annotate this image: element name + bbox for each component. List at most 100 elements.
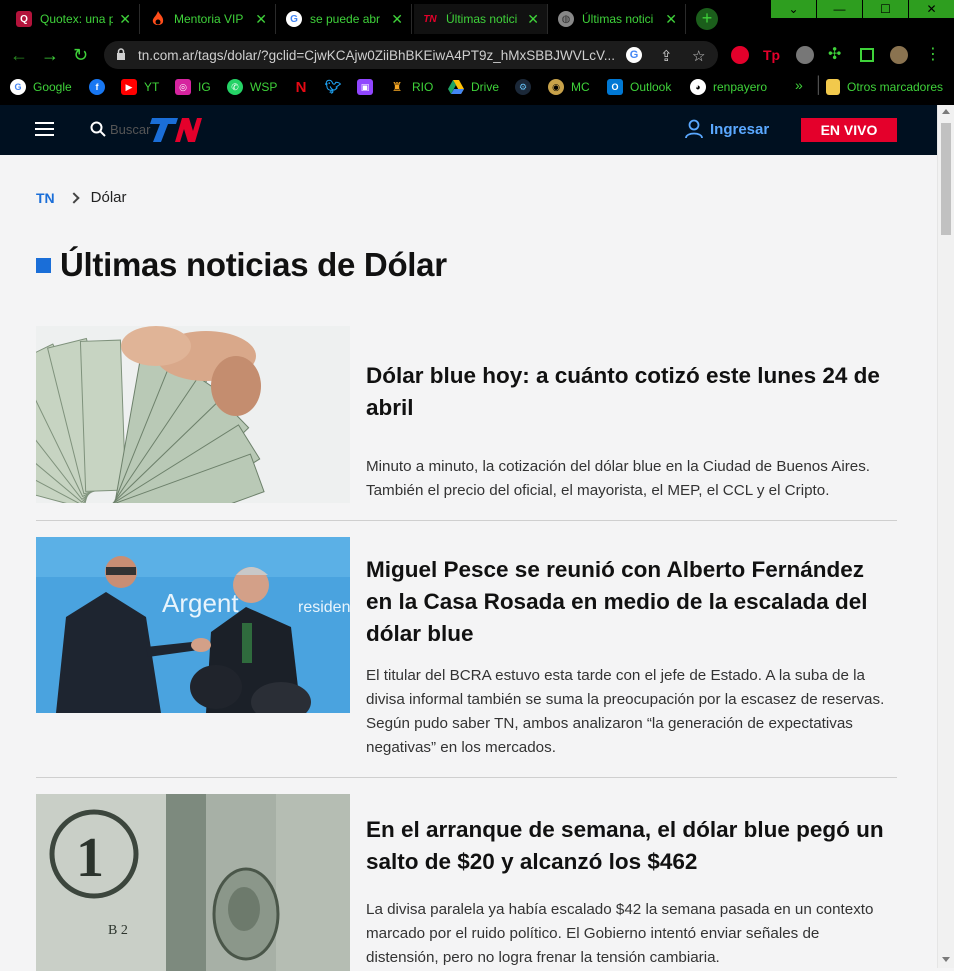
close-icon[interactable]: ✕ bbox=[665, 11, 677, 28]
bookmark-twitter[interactable]: 🐦︎ bbox=[325, 79, 348, 95]
bookmark-label: MC bbox=[571, 80, 590, 94]
browser-tab[interactable]: Mentoria VIP ✕ bbox=[142, 4, 276, 34]
other-bookmarks-button[interactable]: Otros marcadores bbox=[826, 79, 943, 95]
side-panel-icon[interactable] bbox=[860, 48, 874, 62]
bookmarks-bar: G Google f ▶ YT ◎ IG ✆ WSP N 🐦︎ ▣ ♜ RIO Drive… bbox=[0, 72, 954, 105]
bookmark-star-icon[interactable]: ☆ bbox=[692, 47, 705, 65]
close-window-button[interactable]: ✕ bbox=[909, 0, 954, 18]
address-bar[interactable]: tn.com.ar/tags/dolar/?gclid=CjwKCAjw0Zii… bbox=[104, 41, 718, 69]
minimize-button[interactable]: — bbox=[817, 0, 862, 18]
bookmarks-separator: │ bbox=[814, 77, 824, 94]
whatsapp-icon: ✆ bbox=[227, 79, 243, 95]
article-title[interactable]: Dólar blue hoy: a cuánto cotizó este lun… bbox=[366, 360, 896, 424]
article-image[interactable] bbox=[36, 326, 350, 503]
article-summary: La divisa paralela ya había escalado $42… bbox=[366, 901, 874, 966]
google-lens-icon[interactable]: G bbox=[626, 47, 642, 63]
bookmark-instagram[interactable]: ◎ IG bbox=[175, 79, 211, 95]
back-icon[interactable]: ← bbox=[10, 45, 28, 65]
youtube-icon: ▶ bbox=[121, 79, 137, 95]
article-title[interactable]: En el arranque de semana, el dólar blue … bbox=[366, 814, 896, 878]
tab-search-button[interactable]: ⌄ bbox=[771, 0, 816, 18]
login-button[interactable]: Ingresar bbox=[685, 119, 769, 139]
article-card[interactable]: Dólar blue hoy: a cuánto cotizó este lun… bbox=[36, 326, 897, 504]
rio-icon: ♜ bbox=[391, 80, 403, 94]
steam-icon: ⚙ bbox=[515, 79, 531, 95]
bookmark-github[interactable]: ◕ renpayero bbox=[690, 79, 767, 95]
bookmark-drive[interactable]: Drive bbox=[448, 79, 499, 95]
hamburger-menu-icon[interactable] bbox=[35, 122, 54, 136]
fire-icon bbox=[150, 11, 166, 27]
image-backdrop-text: Argent bbox=[162, 588, 239, 618]
bookmark-whatsapp[interactable]: ✆ WSP bbox=[227, 79, 277, 95]
bookmark-twitch[interactable]: ▣ bbox=[357, 79, 380, 95]
article-card[interactable]: Argent residen Miguel Pesce se reunió co… bbox=[36, 537, 897, 762]
extension-adblock-icon[interactable] bbox=[731, 46, 749, 64]
title-accent-square bbox=[36, 257, 51, 273]
kebab-menu-icon[interactable]: ⋮ bbox=[924, 46, 942, 64]
close-icon[interactable]: ✕ bbox=[527, 11, 539, 28]
browser-tab[interactable]: G se puede abr ✕ bbox=[278, 4, 412, 34]
search-icon[interactable] bbox=[90, 121, 106, 137]
bookmark-mc[interactable]: ◉ MC bbox=[548, 79, 590, 95]
chevron-double-icon: » bbox=[795, 77, 803, 93]
bookmark-label: IG bbox=[198, 80, 211, 94]
article-card[interactable]: 1 B 2 En el arranque de semana, el dólar… bbox=[36, 794, 897, 971]
bookmark-outlook[interactable]: O Outlook bbox=[607, 79, 671, 95]
close-icon[interactable]: ✕ bbox=[255, 11, 267, 28]
scroll-thumb[interactable] bbox=[941, 123, 951, 235]
scroll-up-arrow[interactable] bbox=[942, 109, 950, 114]
page-heading: Últimas noticias de Dólar bbox=[60, 246, 447, 283]
article-divider bbox=[36, 520, 897, 521]
tn-logo[interactable] bbox=[148, 114, 202, 146]
bookmark-youtube[interactable]: ▶ YT bbox=[121, 79, 159, 95]
folder-icon bbox=[826, 79, 840, 95]
quotex-icon: Q bbox=[16, 11, 32, 27]
scroll-down-arrow[interactable] bbox=[942, 957, 950, 962]
live-button[interactable]: EN VIVO bbox=[801, 118, 897, 142]
bookmark-steam[interactable]: ⚙ bbox=[515, 79, 538, 95]
avatar[interactable] bbox=[890, 46, 908, 64]
page-scrollbar[interactable] bbox=[937, 105, 954, 968]
reload-icon[interactable]: ↻ bbox=[73, 45, 88, 65]
article-image[interactable]: 1 B 2 bbox=[36, 794, 350, 971]
browser-tab-active[interactable]: TN Últimas notici ✕ bbox=[414, 4, 548, 34]
google-icon: G bbox=[286, 11, 302, 27]
bookmark-google[interactable]: G Google bbox=[10, 79, 72, 95]
globe-icon: ◍ bbox=[558, 11, 574, 27]
extension-tp-icon[interactable]: Tp bbox=[763, 46, 781, 64]
tab-title: Mentoria VIP bbox=[174, 12, 244, 26]
bookmark-netflix[interactable]: N bbox=[293, 79, 316, 96]
bookmark-label: WSP bbox=[250, 80, 278, 94]
close-icon[interactable]: ✕ bbox=[119, 11, 131, 28]
browser-tabbar: Q Quotex: una p ✕ Mentoria VIP ✕ G se pu… bbox=[0, 0, 954, 38]
browser-tab[interactable]: ◍ Últimas notici ✕ bbox=[550, 4, 686, 34]
lock-icon bbox=[117, 48, 125, 60]
search-placeholder[interactable]: Buscar bbox=[110, 122, 150, 137]
share-icon[interactable]: ⇪ bbox=[660, 47, 673, 65]
bookmark-rio[interactable]: ♜ RIO bbox=[389, 79, 434, 95]
extensions-puzzle-icon[interactable]: ✣ bbox=[828, 46, 846, 64]
forward-icon[interactable]: → bbox=[41, 45, 59, 65]
maximize-button[interactable]: ☐ bbox=[863, 0, 908, 18]
bookmark-label: Drive bbox=[471, 80, 500, 94]
browser-tab[interactable]: Q Quotex: una p ✕ bbox=[8, 4, 140, 34]
chevron-right-icon bbox=[68, 191, 80, 204]
twitter-icon: 🐦︎ bbox=[324, 79, 342, 94]
extension-profile-icon[interactable] bbox=[796, 46, 814, 64]
bookmark-label: Google bbox=[33, 80, 72, 94]
facebook-icon: f bbox=[89, 79, 105, 95]
breadcrumb: TN Dólar bbox=[36, 189, 127, 206]
tab-title: se puede abr bbox=[310, 12, 381, 26]
close-icon[interactable]: ✕ bbox=[391, 11, 403, 28]
mc-icon: ◉ bbox=[548, 79, 564, 95]
bookmark-facebook[interactable]: f bbox=[89, 79, 112, 95]
article-image[interactable]: Argent residen bbox=[36, 537, 350, 713]
breadcrumb-current: Dólar bbox=[90, 189, 127, 206]
more-bookmarks-button[interactable]: » bbox=[795, 77, 803, 93]
svg-text:B 2: B 2 bbox=[108, 923, 128, 938]
article-title[interactable]: Miguel Pesce se reunió con Alberto Ferná… bbox=[366, 554, 896, 650]
instagram-icon: ◎ bbox=[175, 79, 191, 95]
site-header: Buscar Ingresar EN VIVO bbox=[0, 105, 937, 155]
new-tab-button[interactable]: + bbox=[696, 8, 718, 30]
breadcrumb-home[interactable]: TN bbox=[36, 190, 55, 206]
